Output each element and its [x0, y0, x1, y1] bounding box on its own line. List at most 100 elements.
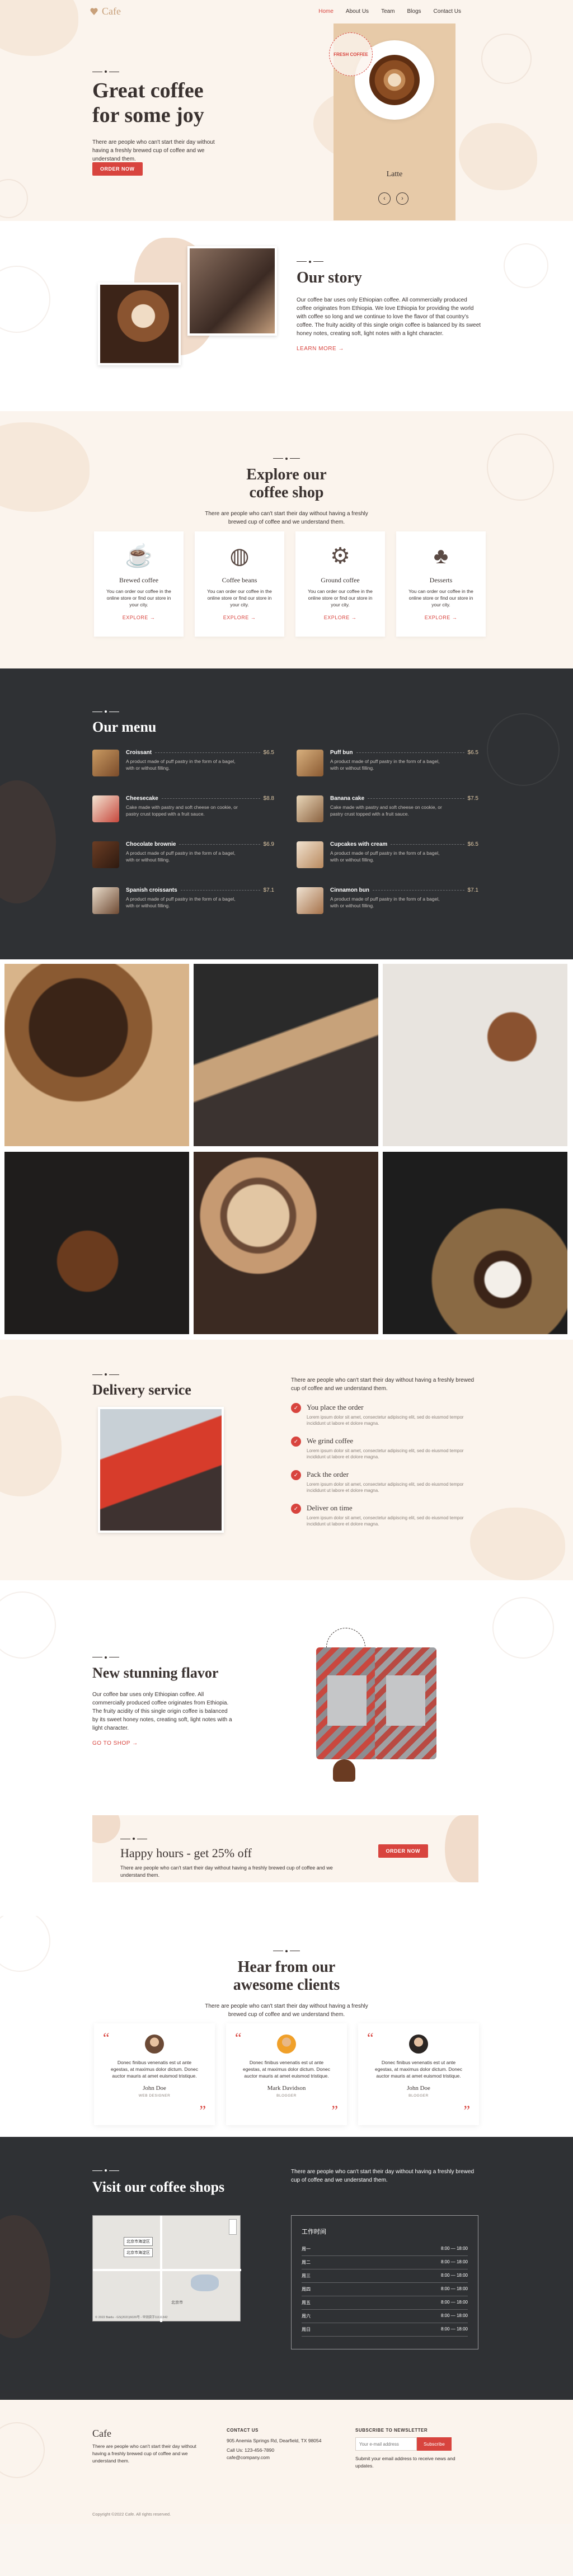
store-map[interactable]: 北京市海淀区 北京市海淀区 北京市 © 2022 Baidu - GS(2021…: [92, 2215, 241, 2322]
contact-phone[interactable]: Call Us: 123-456-7890: [227, 2447, 339, 2454]
testimonial-card: “ Donec finibus venenatis est ut ante eg…: [94, 2023, 215, 2125]
nav-contact[interactable]: Contact Us: [434, 8, 461, 15]
decor-blob: [92, 1815, 120, 1843]
explore-link[interactable]: EXPLORE →: [195, 615, 284, 620]
menu-item[interactable]: Chocolate brownie $6.9 A product made of …: [92, 841, 274, 868]
gallery-image-latte-pour[interactable]: [194, 964, 378, 1146]
latte-art-photo: [98, 282, 181, 365]
quote-close-icon: ”: [463, 2103, 470, 2119]
decor-doodle: [481, 34, 532, 84]
spanish-croissants-image: [92, 887, 119, 914]
decor-blob: [470, 1508, 565, 1580]
card-desserts[interactable]: ♣ Desserts You can order our coffee in t…: [396, 531, 486, 637]
prev-slide-button[interactable]: ‹: [378, 192, 391, 205]
hours-row: 周四 8:00 — 18:00: [302, 2283, 468, 2296]
explore-section: Explore our coffee shop There are people…: [0, 411, 573, 668]
nav-blogs[interactable]: Blogs: [407, 8, 421, 15]
avatar: [145, 2035, 164, 2054]
contact-email[interactable]: cafe@company.com: [227, 2454, 339, 2461]
menu-item-price: $6.5: [467, 841, 478, 847]
quote-close-icon: ”: [199, 2103, 206, 2119]
menu-item[interactable]: Spanish croissants $7.1 A product made of…: [92, 887, 274, 914]
card-desc: You can order our coffee in the online s…: [408, 588, 473, 607]
map-road: [93, 2269, 241, 2271]
card-brewed-coffee[interactable]: ☕ Brewed coffee You can order our coffee…: [94, 531, 184, 637]
map-label: 北京市: [171, 2301, 183, 2305]
hero-section: Cafe Home About Us Team Blogs Contact Us…: [0, 0, 573, 221]
menu-item-name: Cinnamon bun: [330, 887, 369, 893]
newsletter-email-input[interactable]: [355, 2437, 417, 2451]
hours-time: 8:00 — 18:00: [440, 2259, 468, 2264]
nav-team[interactable]: Team: [381, 8, 394, 15]
testimonial-name: John Doe: [143, 2085, 166, 2092]
story-text: Our coffee bar uses only Ethiopian coffe…: [297, 297, 481, 337]
cheesecake-image: [92, 795, 119, 822]
decor-doodle: [0, 179, 28, 218]
decor-doodle: [0, 266, 50, 333]
step-title: Deliver on time: [307, 1504, 353, 1512]
hours-time: 8:00 — 18:00: [440, 2246, 468, 2251]
menu-item-desc: A product made of puff pastry in the for…: [126, 759, 236, 771]
next-slide-button[interactable]: ›: [396, 192, 408, 205]
nav-about[interactable]: About Us: [346, 8, 369, 15]
explore-link[interactable]: EXPLORE →: [295, 615, 385, 620]
subscribe-button[interactable]: Subscribe: [417, 2437, 452, 2451]
hero-cup-label: Latte: [386, 170, 403, 178]
flavor-title: New stunning flavor: [92, 1665, 219, 1681]
nav-home[interactable]: Home: [318, 8, 334, 15]
decor-doodle: [487, 713, 560, 786]
delivery-steps: There are people who can't start their d…: [291, 1376, 481, 1527]
step-title: Pack the order: [307, 1470, 349, 1478]
card-ground-coffee[interactable]: ⚙ Ground coffee You can order our coffee…: [295, 531, 385, 637]
step-desc: Lorem ipsum dolor sit amet, consectetur …: [307, 1515, 464, 1527]
gallery-image-spoons-beans[interactable]: [4, 1152, 189, 1334]
gallery-image-cappuccino-top[interactable]: [194, 1152, 378, 1334]
delivery-text: There are people who can't start their d…: [291, 1377, 475, 1392]
card-title: Coffee beans: [222, 576, 257, 584]
step-title: We grind coffee: [307, 1437, 354, 1445]
site-footer: Cafe There are people who can't start th…: [0, 2400, 573, 2524]
map-zoom-control[interactable]: [229, 2219, 237, 2235]
croissant-image: [92, 750, 119, 776]
chevron-left-icon: ‹: [383, 195, 386, 202]
site-logo[interactable]: Cafe: [90, 6, 121, 17]
happy-order-button[interactable]: ORDER NOW: [378, 1844, 428, 1858]
card-coffee-beans[interactable]: ◍ Coffee beans You can order our coffee …: [195, 531, 284, 637]
decor-blob: [445, 1815, 478, 1882]
cupcake-icon: ♣: [433, 544, 449, 568]
menu-item[interactable]: Banana cake $7.5 Cake made with pastry an…: [297, 795, 478, 822]
coffee-cup-icon: ☕: [125, 544, 153, 568]
newsletter-form: Subscribe: [355, 2437, 467, 2451]
hours-row: 周三 8:00 — 18:00: [302, 2269, 468, 2283]
menu-item[interactable]: Croissant $6.5 A product made of puff pas…: [92, 750, 274, 776]
testimonial-card: “ Donec finibus venenatis est ut ante eg…: [358, 2023, 479, 2125]
gallery-image-coffee-beans-scoop[interactable]: [4, 964, 189, 1146]
menu-item-name: Banana cake: [330, 795, 365, 802]
menu-item-price: $6.5: [263, 750, 274, 756]
step-desc: Lorem ipsum dolor sit amet, consectetur …: [307, 1482, 464, 1493]
cupcakes-image: [297, 841, 323, 868]
menu-item-desc: A product made of puff pastry in the for…: [330, 896, 440, 908]
explore-link[interactable]: EXPLORE →: [396, 615, 486, 620]
decor-blob: [0, 2215, 50, 2338]
menu-item[interactable]: Cheesecake $8.8 Cake made with pastry and…: [92, 795, 274, 822]
gallery-image-coffee-cookies[interactable]: [383, 964, 567, 1146]
go-to-shop-link[interactable]: GO TO SHOP →: [92, 1740, 232, 1746]
explore-link[interactable]: EXPLORE →: [94, 615, 184, 620]
menu-item[interactable]: Puff bun $6.5 A product made of puff past…: [297, 750, 478, 776]
footer-logo[interactable]: Cafe: [92, 2428, 204, 2440]
check-icon: ✓: [291, 1504, 301, 1514]
menu-item-price: $6.5: [467, 750, 478, 756]
menu-item[interactable]: Cinnamon bun $7.1 A product made of puff …: [297, 887, 478, 914]
testimonial-role: BLOGGER: [276, 2094, 297, 2098]
gallery-image-espresso-burlap[interactable]: [383, 1152, 567, 1334]
learn-more-link[interactable]: LEARN MORE →: [297, 346, 481, 352]
order-now-button[interactable]: ORDER NOW: [92, 162, 143, 176]
step-desc: Lorem ipsum dolor sit amet, consectetur …: [307, 1415, 464, 1426]
hero-title-line1: Great coffee: [92, 79, 204, 102]
menu-item[interactable]: Cupcakes with cream $6.5 A product made o…: [297, 841, 478, 868]
story-title: Our story: [297, 269, 362, 286]
explore-text: There are people who can't start their d…: [205, 511, 368, 525]
happy-hours-section: Happy hours - get 25% off There are peop…: [0, 1804, 573, 1916]
testimonial-text: Donec finibus venenatis est ut ante eges…: [111, 2060, 198, 2079]
